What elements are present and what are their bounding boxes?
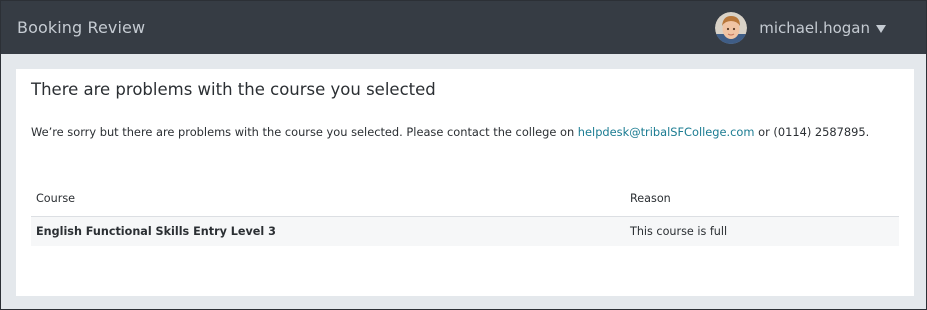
problem-panel: There are problems with the course you s… bbox=[16, 69, 914, 296]
avatar bbox=[715, 12, 748, 44]
column-header-course: Course bbox=[31, 181, 627, 217]
column-header-reason: Reason bbox=[627, 181, 899, 217]
app-window: Booking Review michael.hogan There are p… bbox=[0, 0, 927, 310]
table-row: English Functional Skills Entry Level 3 … bbox=[31, 216, 899, 246]
table-header-row: Course Reason bbox=[31, 181, 899, 217]
helpdesk-email-link[interactable]: helpdesk@tribalSFCollege.com bbox=[578, 125, 755, 139]
app-title: Booking Review bbox=[17, 18, 146, 37]
reason-cell: This course is full bbox=[627, 216, 899, 246]
caret-down-icon[interactable] bbox=[876, 25, 886, 33]
top-bar: Booking Review michael.hogan bbox=[1, 1, 926, 54]
message-text: We’re sorry but there are problems with … bbox=[31, 125, 578, 139]
message-phone-text: or (0114) 2587895. bbox=[754, 125, 870, 139]
user-menu[interactable]: michael.hogan bbox=[715, 11, 886, 45]
course-cell: English Functional Skills Entry Level 3 bbox=[31, 216, 627, 246]
course-problems-table: Course Reason English Functional Skills … bbox=[31, 181, 899, 246]
panel-title: There are problems with the course you s… bbox=[31, 80, 436, 99]
problem-message: We’re sorry but there are problems with … bbox=[31, 125, 869, 139]
username[interactable]: michael.hogan bbox=[759, 19, 870, 37]
